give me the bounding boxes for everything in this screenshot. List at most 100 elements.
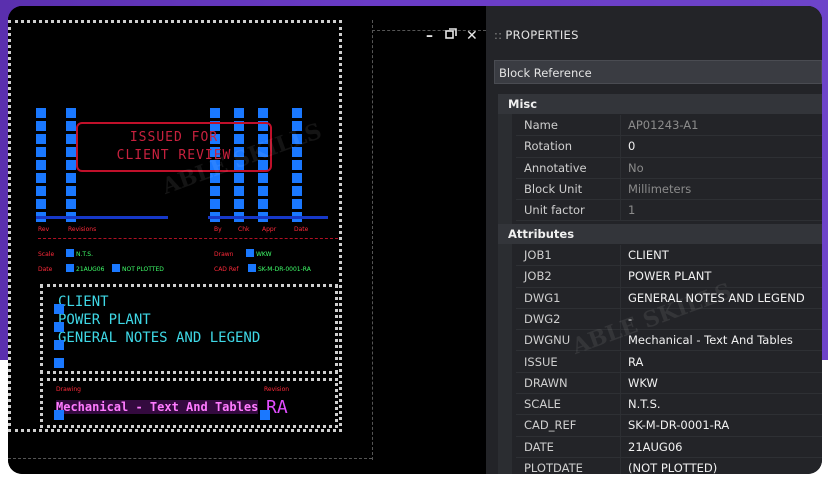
restore-icon[interactable] <box>445 28 457 45</box>
property-key: DRAWN <box>524 375 568 390</box>
property-value[interactable]: GENERAL NOTES AND LEGEND <box>628 291 805 305</box>
date-value: 21AUG06 <box>76 266 105 273</box>
property-key: PLOTDATE <box>524 461 583 474</box>
drawn-value: WKW <box>256 251 272 258</box>
property-value[interactable]: Mechanical - Text And Tables <box>628 333 793 347</box>
grip-point[interactable] <box>66 264 74 272</box>
property-value[interactable]: AP01243-A1 <box>628 118 698 132</box>
property-value[interactable]: (NOT PLOTTED) <box>628 461 717 474</box>
col-label-appr: Appr <box>262 226 277 233</box>
stamp-line-2: CLIENT REVIEW <box>116 148 232 163</box>
property-value[interactable]: RA <box>628 355 643 369</box>
property-value[interactable]: POWER PLANT <box>628 269 711 283</box>
grip-point[interactable] <box>54 340 64 350</box>
scale-label: Scale <box>38 251 55 258</box>
property-key: DWG2 <box>524 311 561 326</box>
property-key: JOB2 <box>524 269 552 284</box>
property-key: DATE <box>524 439 554 454</box>
property-value[interactable]: - <box>628 312 632 326</box>
property-value[interactable]: SK-M-DR-0001-RA <box>628 418 729 432</box>
grip-column[interactable] <box>66 108 76 222</box>
drawing-viewport[interactable]: – ✕ ISSUED FOR CLIENT REVIEW Rev Revisio… <box>8 6 486 474</box>
minimize-icon[interactable]: – <box>426 28 433 44</box>
property-value[interactable]: No <box>628 161 644 175</box>
properties-panel: :: PROPERTIES Block Reference Misc Attrib… <box>486 6 822 474</box>
property-key: Annotative <box>524 160 587 175</box>
column-separator <box>620 436 621 458</box>
property-row[interactable]: ISSUE RA <box>498 351 822 373</box>
property-row[interactable]: Rotation 0 <box>498 136 822 158</box>
app-window: – ✕ ISSUED FOR CLIENT REVIEW Rev Revisio… <box>8 6 822 474</box>
revision-table-line <box>208 216 328 219</box>
col-label-chk: Chk <box>238 226 250 233</box>
drag-handle-icon[interactable]: :: <box>494 28 502 42</box>
property-row[interactable]: Block Unit Millimeters <box>498 178 822 201</box>
grip-point[interactable] <box>260 410 270 420</box>
property-value[interactable]: 1 <box>628 203 635 217</box>
title-line-drawing: GENERAL NOTES AND LEGEND <box>58 330 261 346</box>
property-value[interactable]: Millimeters <box>628 182 691 196</box>
grip-column[interactable] <box>36 108 46 222</box>
grip-point[interactable] <box>54 322 64 332</box>
property-key: DWG1 <box>524 290 561 305</box>
drawn-label: Drawn <box>214 251 234 258</box>
issued-for-review-stamp: ISSUED FOR CLIENT REVIEW <box>76 122 272 172</box>
property-row[interactable]: JOB2 POWER PLANT <box>498 266 822 288</box>
property-key: Unit factor <box>524 203 585 218</box>
stamp-line-1: ISSUED FOR <box>129 130 219 145</box>
grip-point[interactable] <box>248 264 256 272</box>
date-label: Date <box>38 266 53 273</box>
column-separator <box>620 287 621 309</box>
column-separator <box>620 266 621 288</box>
grip-point[interactable] <box>54 410 64 420</box>
property-row[interactable]: DWG2 - <box>498 308 822 331</box>
property-row[interactable]: SCALE N.T.S. <box>498 394 822 416</box>
section-attributes-label: Attributes <box>508 227 575 241</box>
property-key: SCALE <box>524 397 561 412</box>
property-row[interactable]: JOB1 CLIENT <box>498 245 822 267</box>
column-separator <box>620 115 621 137</box>
grip-point[interactable] <box>112 264 120 272</box>
col-label-revisions: Revisions <box>68 226 97 233</box>
panel-title-text: PROPERTIES <box>505 28 579 42</box>
grip-point[interactable] <box>54 304 64 314</box>
property-row[interactable]: CAD_REF SK-M-DR-0001-RA <box>498 415 822 437</box>
close-icon[interactable]: ✕ <box>466 28 478 44</box>
property-row[interactable]: PLOTDATE (NOT PLOTTED) <box>498 458 822 474</box>
property-row[interactable]: DWGNU Mechanical - Text And Tables <box>498 330 822 352</box>
row-divider <box>516 220 822 222</box>
section-misc-label: Misc <box>508 97 538 111</box>
grip-column[interactable] <box>292 108 302 222</box>
section-misc[interactable]: Misc <box>498 94 822 114</box>
column-separator <box>620 372 621 395</box>
column-separator <box>620 136 621 158</box>
section-attributes[interactable]: Attributes <box>498 224 822 244</box>
grip-point[interactable] <box>246 249 254 257</box>
property-row[interactable]: DWG1 GENERAL NOTES AND LEGEND <box>498 287 822 309</box>
object-type-select[interactable]: Block Reference <box>494 60 822 84</box>
property-value[interactable]: 0 <box>628 139 635 153</box>
property-key: JOB1 <box>524 248 552 262</box>
property-row[interactable]: DATE 21AUG06 <box>498 436 822 458</box>
viewport-dashed-boundary <box>372 20 373 460</box>
property-row[interactable]: Unit factor 1 <box>498 200 822 222</box>
panel-title[interactable]: :: PROPERTIES <box>494 28 579 42</box>
property-value[interactable]: CLIENT <box>628 248 669 262</box>
property-key: ISSUE <box>524 354 558 369</box>
title-line-project: POWER PLANT <box>58 312 151 328</box>
property-row[interactable]: Name AP01243-A1 <box>498 115 822 137</box>
property-value[interactable]: 21AUG06 <box>628 440 682 454</box>
property-value[interactable]: N.T.S. <box>628 397 661 411</box>
column-separator <box>620 330 621 352</box>
property-value[interactable]: WKW <box>628 376 658 390</box>
grip-point[interactable] <box>54 358 64 368</box>
property-row[interactable]: Annotative No <box>498 157 822 179</box>
col-label-by: By <box>214 226 222 233</box>
viewport-dashed-boundary-bottom <box>8 458 372 459</box>
column-separator <box>620 178 621 201</box>
property-key: Name <box>524 118 558 132</box>
column-separator <box>620 245 621 267</box>
grip-point[interactable] <box>66 249 74 257</box>
property-row[interactable]: DRAWN WKW <box>498 372 822 395</box>
plot-value: NOT PLOTTED <box>122 266 164 273</box>
